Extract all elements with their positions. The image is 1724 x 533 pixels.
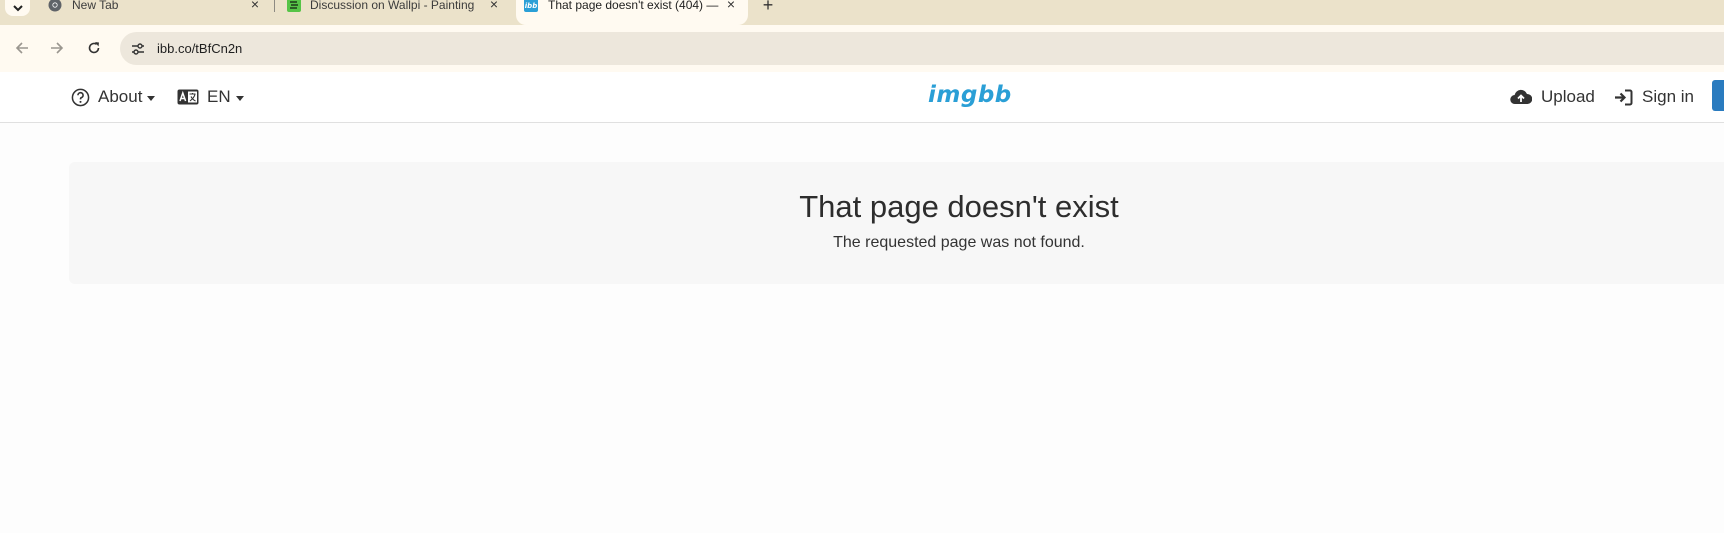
- chrome-icon: [48, 0, 62, 12]
- arrow-right-icon: [51, 42, 64, 54]
- caret-down-icon: [147, 95, 156, 101]
- close-icon[interactable]: ×: [248, 0, 262, 12]
- upload-button[interactable]: Upload: [1510, 72, 1595, 122]
- browser-tab-strip: New Tab × Discussion on Wallpi - Paintin…: [0, 0, 1724, 25]
- imgbb-favicon-icon: ibb: [524, 0, 538, 12]
- tab-new-tab[interactable]: New Tab ×: [36, 0, 268, 25]
- reload-icon: [88, 42, 100, 54]
- close-icon[interactable]: ×: [724, 0, 738, 12]
- close-icon[interactable]: ×: [487, 0, 501, 12]
- site-info-button[interactable]: [129, 40, 147, 58]
- about-label: About: [98, 87, 143, 106]
- new-tab-plus-icon[interactable]: +: [759, 0, 777, 14]
- question-circle-icon: [71, 88, 90, 106]
- create-account-button[interactable]: [1712, 80, 1724, 111]
- about-menu[interactable]: About: [71, 72, 156, 122]
- chevron-down-icon: [12, 5, 23, 12]
- caret-down-icon: [235, 95, 244, 101]
- language-icon: [177, 89, 199, 105]
- forward-button[interactable]: [47, 38, 67, 58]
- svg-text:ibb: ibb: [525, 2, 537, 10]
- page-title: That page doesn't exist: [799, 189, 1119, 224]
- arrow-left-icon: [15, 42, 28, 54]
- reload-button[interactable]: [84, 38, 104, 58]
- address-bar[interactable]: ibb.co/tBfCn2n: [120, 32, 1724, 65]
- tune-icon: [132, 43, 144, 55]
- language-label: EN: [207, 87, 231, 106]
- imgbb-logo[interactable]: imgbb: [928, 82, 1012, 108]
- site-header: About EN imgbb Upload Sign in: [0, 72, 1724, 123]
- cloud-upload-icon: [1510, 89, 1532, 105]
- tab-active-404[interactable]: ibb That page doesn't exist (404) — ×: [516, 0, 748, 25]
- tab-discussion[interactable]: Discussion on Wallpi - Painting ×: [275, 0, 510, 25]
- error-notice-panel: That page doesn't exist The requested pa…: [69, 162, 1724, 284]
- sign-in-icon: [1615, 89, 1633, 105]
- site-favicon-icon: [287, 0, 301, 12]
- signin-label: Sign in: [1642, 87, 1694, 106]
- browser-toolbar: ibb.co/tBfCn2n: [0, 25, 1724, 72]
- back-button[interactable]: [12, 38, 32, 58]
- tab-title: Discussion on Wallpi - Painting: [310, 0, 475, 12]
- tab-title: That page doesn't exist (404) —: [548, 0, 719, 12]
- url-text[interactable]: ibb.co/tBfCn2n: [157, 40, 242, 57]
- error-message: The requested page was not found.: [833, 234, 1085, 251]
- signin-button[interactable]: Sign in: [1614, 72, 1694, 122]
- upload-label: Upload: [1541, 87, 1595, 106]
- tab-search-button[interactable]: [5, 0, 30, 16]
- language-menu[interactable]: EN: [177, 72, 244, 122]
- tab-title: New Tab: [72, 0, 119, 12]
